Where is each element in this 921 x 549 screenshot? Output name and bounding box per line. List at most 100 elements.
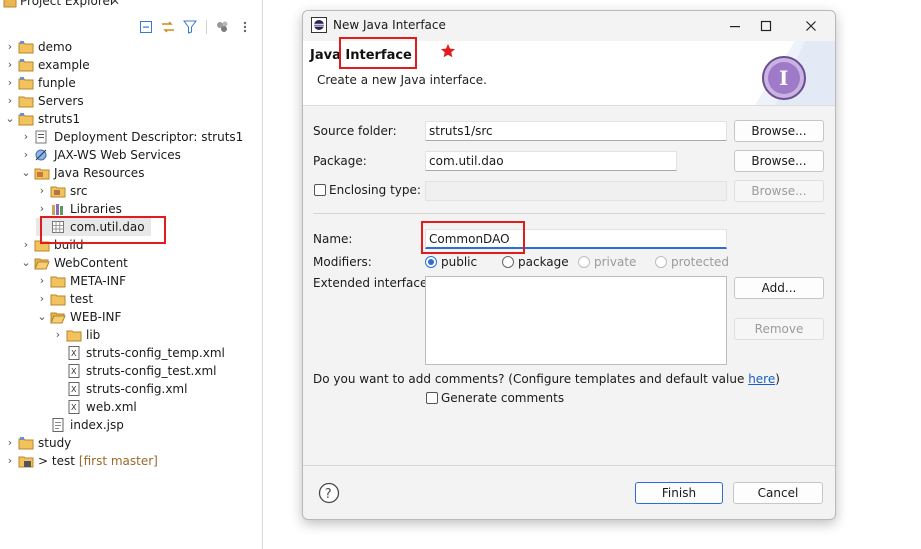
chevron-down-icon[interactable]: ⌄	[36, 308, 48, 326]
tree-item-example[interactable]: › example	[4, 56, 90, 74]
chevron-right-icon[interactable]: ›	[4, 74, 16, 92]
wizard-title-emph: Interface	[345, 48, 412, 63]
deployment-descriptor-icon	[34, 129, 50, 145]
jsp-file-icon	[50, 417, 66, 433]
enclosing-type-checkbox[interactable]	[314, 184, 326, 196]
annotation-star-icon	[440, 43, 456, 59]
chevron-down-icon[interactable]: ⌄	[20, 254, 32, 272]
web-services-icon	[34, 147, 50, 163]
tree-item-libraries[interactable]: › Libraries	[36, 200, 122, 218]
chevron-right-icon[interactable]: ›	[4, 92, 16, 110]
cancel-button[interactable]: Cancel	[733, 482, 823, 504]
chevron-right-icon[interactable]: ›	[4, 56, 16, 74]
folder-icon	[34, 237, 50, 253]
folder-icon	[18, 93, 34, 109]
link-with-editor-icon[interactable]	[160, 19, 176, 35]
tree-item-test-project[interactable]: › > test [first master]	[4, 452, 158, 470]
chevron-right-icon[interactable]: ›	[36, 290, 48, 308]
configure-templates-link[interactable]: here	[748, 372, 775, 386]
project-explorer-icon	[2, 0, 18, 10]
tree-item-label: WebContent	[54, 256, 128, 270]
tree-item-jaxws[interactable]: › JAX-WS Web Services	[20, 146, 181, 164]
tree-item-label: study	[38, 436, 72, 450]
xml-file-icon: X	[66, 363, 82, 379]
remove-interface-button[interactable]: Remove	[734, 318, 824, 340]
tree-item-struts-config[interactable]: X struts-config.xml	[52, 380, 187, 398]
radio-icon[interactable]	[655, 256, 667, 268]
help-icon[interactable]: ?	[318, 482, 340, 504]
close-button[interactable]	[797, 15, 825, 37]
source-folder-browse-button[interactable]: Browse...	[734, 120, 824, 142]
view-menu-icon[interactable]	[215, 19, 231, 35]
tree-item-meta-inf[interactable]: › META-INF	[36, 272, 126, 290]
chevron-right-icon[interactable]: ›	[4, 38, 16, 56]
radio-selected-icon[interactable]	[425, 256, 437, 268]
chevron-right-icon[interactable]: ›	[20, 236, 32, 254]
tree-item-deployment-descriptor[interactable]: › Deployment Descriptor: struts1	[20, 128, 244, 146]
generate-comments-label: Generate comments	[441, 391, 565, 405]
maximize-button[interactable]	[752, 15, 780, 37]
svg-text:X: X	[71, 385, 77, 394]
explorer-tab[interactable]: Project Explorer ✕	[0, 0, 262, 12]
modifier-public-radio[interactable]: public	[425, 255, 477, 269]
modifier-private-radio[interactable]: private	[578, 255, 636, 269]
name-field[interactable]: CommonDAO	[425, 229, 727, 249]
tree-item-web-inf[interactable]: ⌄ WEB-INF	[36, 308, 121, 326]
generate-comments-checkbox[interactable]	[426, 392, 438, 404]
tree-item-funple[interactable]: › funple	[4, 74, 76, 92]
package-browse-button[interactable]: Browse...	[734, 150, 824, 172]
modifier-package-radio[interactable]: package	[502, 255, 569, 269]
tree-item-struts-config-temp[interactable]: X struts-config_temp.xml	[52, 344, 225, 362]
tree-item-struts1[interactable]: ⌄ struts1	[4, 110, 80, 128]
extended-interfaces-list[interactable]	[425, 276, 727, 365]
filter-icon[interactable]	[182, 19, 198, 35]
tree-item-demo[interactable]: › demo	[4, 38, 72, 56]
package-field[interactable]: com.util.dao	[425, 151, 677, 171]
tree-item-label: src	[70, 184, 88, 198]
dialog-titlebar: New Java Interface	[303, 11, 835, 41]
chevron-right-icon[interactable]: ›	[36, 182, 48, 200]
minimize-button[interactable]	[721, 15, 749, 37]
enclosing-type-field[interactable]	[425, 181, 727, 201]
tree-item-webcontent[interactable]: ⌄ WebContent	[20, 254, 128, 272]
more-icon[interactable]	[237, 19, 253, 35]
chevron-right-icon[interactable]: ›	[36, 272, 48, 290]
extended-interfaces-label: Extended interfaces:	[313, 276, 438, 290]
tree-item-build[interactable]: › build	[20, 236, 84, 254]
tree-item-src[interactable]: › src	[36, 182, 88, 200]
radio-icon[interactable]	[502, 256, 514, 268]
add-interface-button[interactable]: Add...	[734, 277, 824, 299]
project-icon	[18, 111, 34, 127]
chevron-right-icon[interactable]: ›	[36, 200, 48, 218]
tree-item-web-xml[interactable]: X web.xml	[52, 398, 137, 416]
chevron-right-icon[interactable]: ›	[52, 326, 64, 344]
chevron-down-icon[interactable]: ⌄	[20, 164, 32, 182]
tree-item-struts-config-test[interactable]: X struts-config_test.xml	[52, 362, 217, 380]
enclosing-type-browse-button[interactable]: Browse...	[734, 180, 824, 202]
finish-button[interactable]: Finish	[635, 482, 723, 504]
source-folder-field[interactable]: struts1/src	[425, 121, 727, 141]
close-icon[interactable]: ✕	[110, 0, 120, 8]
modifier-protected-radio[interactable]: protected	[655, 255, 729, 269]
chevron-right-icon[interactable]: ›	[4, 452, 16, 470]
xml-file-icon: X	[66, 399, 82, 415]
footer-separator	[303, 465, 835, 466]
tree-item-test-folder[interactable]: › test	[36, 290, 93, 308]
tree-item-study[interactable]: › study	[4, 434, 71, 452]
chevron-down-icon[interactable]: ⌄	[4, 110, 16, 128]
collapse-all-icon[interactable]	[138, 19, 154, 35]
tree-item-java-resources[interactable]: ⌄ Java Resources	[20, 164, 144, 182]
eclipse-icon	[311, 17, 327, 33]
chevron-right-icon[interactable]: ›	[4, 434, 16, 452]
tree-item-label: WEB-INF	[70, 310, 122, 324]
tree-item-label: index.jsp	[70, 418, 124, 432]
tree-item-index-jsp[interactable]: index.jsp	[36, 416, 124, 434]
folder-icon	[66, 327, 82, 343]
tree-item-lib[interactable]: › lib	[52, 326, 101, 344]
tree-item-com-util-dao[interactable]: com.util.dao	[36, 218, 151, 236]
chevron-right-icon[interactable]: ›	[20, 146, 32, 164]
tree-item-servers[interactable]: › Servers	[4, 92, 84, 110]
tree-item-label: build	[54, 238, 84, 252]
radio-icon[interactable]	[578, 256, 590, 268]
chevron-right-icon[interactable]: ›	[20, 128, 32, 146]
